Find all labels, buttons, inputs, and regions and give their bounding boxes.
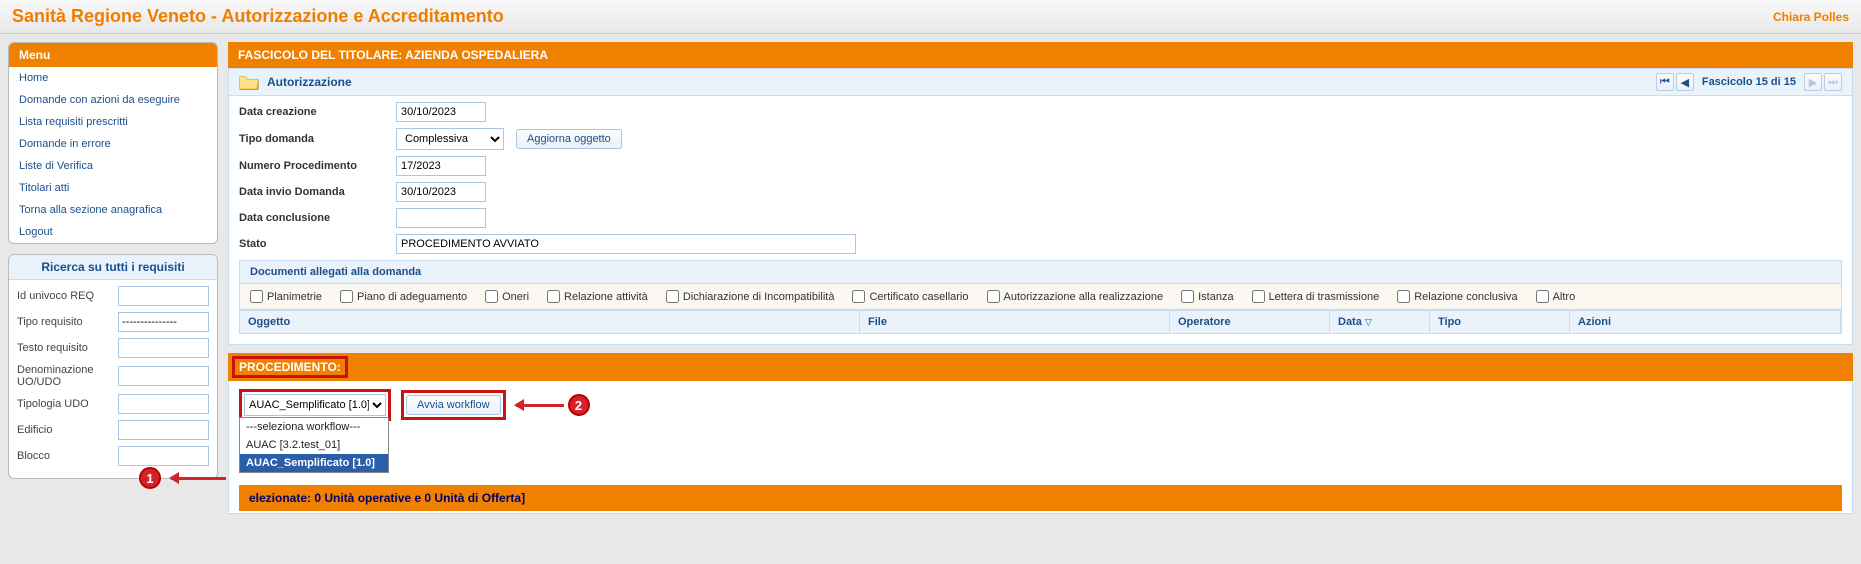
col-oggetto[interactable]: Oggetto	[240, 311, 860, 333]
menu-liste-verifica[interactable]: Liste di Verifica	[9, 155, 217, 177]
chk-altro[interactable]	[1536, 290, 1549, 303]
search-header: Ricerca su tutti i requisiti	[9, 255, 217, 280]
inp-testo-req[interactable]	[118, 338, 209, 358]
menu-domande-azioni[interactable]: Domande con azioni da eseguire	[9, 89, 217, 111]
workflow-dropdown-list: ---seleziona workflow--- AUAC [3.2.test_…	[239, 417, 389, 473]
annotation-2: 2	[516, 394, 590, 416]
inp-edificio[interactable]	[118, 420, 209, 440]
section-title: Autorizzazione	[267, 75, 352, 89]
documenti-header: Documenti allegati alla domanda	[240, 261, 1841, 284]
chk-casellario[interactable]	[852, 290, 865, 303]
user-name: Chiara Polles	[1773, 10, 1849, 24]
lbl-tipologia-udo: Tipologia UDO	[17, 398, 112, 410]
procedimento-bar: PROCEDIMENTO:	[228, 353, 1853, 381]
inp-data-invio[interactable]	[396, 182, 486, 202]
inp-data-conclusione[interactable]	[396, 208, 486, 228]
inp-tipologia-udo[interactable]	[118, 394, 209, 414]
wf-option-auac-semplificato[interactable]: AUAC_Semplificato [1.0]	[240, 454, 388, 472]
pager-first[interactable]: ⏮	[1656, 73, 1674, 91]
doc-filters: Planimetrie Piano di adeguamento Oneri R…	[240, 284, 1841, 310]
menu-titolari-atti[interactable]: Titolari atti	[9, 177, 217, 199]
lbl-data-creazione: Data creazione	[239, 106, 384, 118]
folder-icon	[239, 73, 259, 91]
procedimento-label: PROCEDIMENTO:	[232, 356, 348, 378]
menu-header: Menu	[9, 43, 217, 67]
col-file[interactable]: File	[860, 311, 1170, 333]
wf-option-auac-test[interactable]: AUAC [3.2.test_01]	[240, 436, 388, 454]
menu-domande-errore[interactable]: Domande in errore	[9, 133, 217, 155]
chk-relazione-conclusiva[interactable]	[1397, 290, 1410, 303]
col-data[interactable]: Data▽	[1330, 311, 1430, 333]
chk-relazione-attivita[interactable]	[547, 290, 560, 303]
lbl-tipo-req: Tipo requisito	[17, 316, 112, 328]
lbl-edificio: Edificio	[17, 424, 112, 436]
lbl-blocco: Blocco	[17, 450, 112, 462]
inp-id-univoco[interactable]	[118, 286, 209, 306]
col-operatore[interactable]: Operatore	[1170, 311, 1330, 333]
sort-desc-icon: ▽	[1365, 317, 1372, 327]
inp-stato[interactable]	[396, 234, 856, 254]
lbl-testo-req: Testo requisito	[17, 342, 112, 354]
inp-denominazione[interactable]	[118, 366, 209, 386]
pager-prev[interactable]: ◀	[1676, 73, 1694, 91]
lbl-denominazione: Denominazione UO/UDO	[17, 364, 112, 388]
annotation-1: 1	[139, 467, 226, 489]
chk-oneri[interactable]	[485, 290, 498, 303]
btn-aggiorna-oggetto[interactable]: Aggiorna oggetto	[516, 129, 622, 149]
sel-workflow[interactable]: AUAC_Semplificato [1.0]	[244, 394, 386, 416]
inp-numero-proc[interactable]	[396, 156, 486, 176]
chk-incompatibilita[interactable]	[666, 290, 679, 303]
menu-anagrafica[interactable]: Torna alla sezione anagrafica	[9, 199, 217, 221]
wf-option-placeholder[interactable]: ---seleziona workflow---	[240, 418, 388, 436]
lbl-id-univoco: Id univoco REQ	[17, 290, 112, 302]
col-tipo[interactable]: Tipo	[1430, 311, 1570, 333]
pager-text: Fascicolo 15 di 15	[1702, 76, 1796, 88]
chk-planimetrie[interactable]	[250, 290, 263, 303]
fascicolo-title-bar: FASCICOLO DEL TITOLARE: AZIENDA OSPEDALI…	[228, 42, 1853, 68]
inp-data-creazione[interactable]	[396, 102, 486, 122]
inp-tipo-req[interactable]	[118, 312, 209, 332]
lbl-numero-proc: Numero Procedimento	[239, 160, 384, 172]
menu-home[interactable]: Home	[9, 67, 217, 89]
btn-avvia-workflow[interactable]: Avvia workflow	[406, 395, 501, 415]
footer-banner: elezionate: 0 Unità operative e 0 Unità …	[239, 485, 1842, 511]
chk-autorizzazione[interactable]	[987, 290, 1000, 303]
search-panel: Ricerca su tutti i requisiti Id univoco …	[8, 254, 218, 479]
inp-blocco[interactable]	[118, 446, 209, 466]
menu-logout[interactable]: Logout	[9, 221, 217, 243]
chk-piano-adeguamento[interactable]	[340, 290, 353, 303]
lbl-stato: Stato	[239, 238, 384, 250]
app-title: Sanità Regione Veneto - Autorizzazione e…	[12, 6, 504, 27]
col-azioni[interactable]: Azioni	[1570, 311, 1841, 333]
pager-last[interactable]: ⏭	[1824, 73, 1842, 91]
chk-lettera[interactable]	[1252, 290, 1265, 303]
lbl-tipo-domanda: Tipo domanda	[239, 133, 384, 145]
lbl-data-invio: Data invio Domanda	[239, 186, 384, 198]
menu-panel: Menu Home Domande con azioni da eseguire…	[8, 42, 218, 244]
chk-istanza[interactable]	[1181, 290, 1194, 303]
sel-tipo-domanda[interactable]: Complessiva	[396, 128, 504, 150]
lbl-data-conclusione: Data conclusione	[239, 212, 384, 224]
pager-next[interactable]: ▶	[1804, 73, 1822, 91]
menu-lista-requisiti[interactable]: Lista requisiti prescritti	[9, 111, 217, 133]
